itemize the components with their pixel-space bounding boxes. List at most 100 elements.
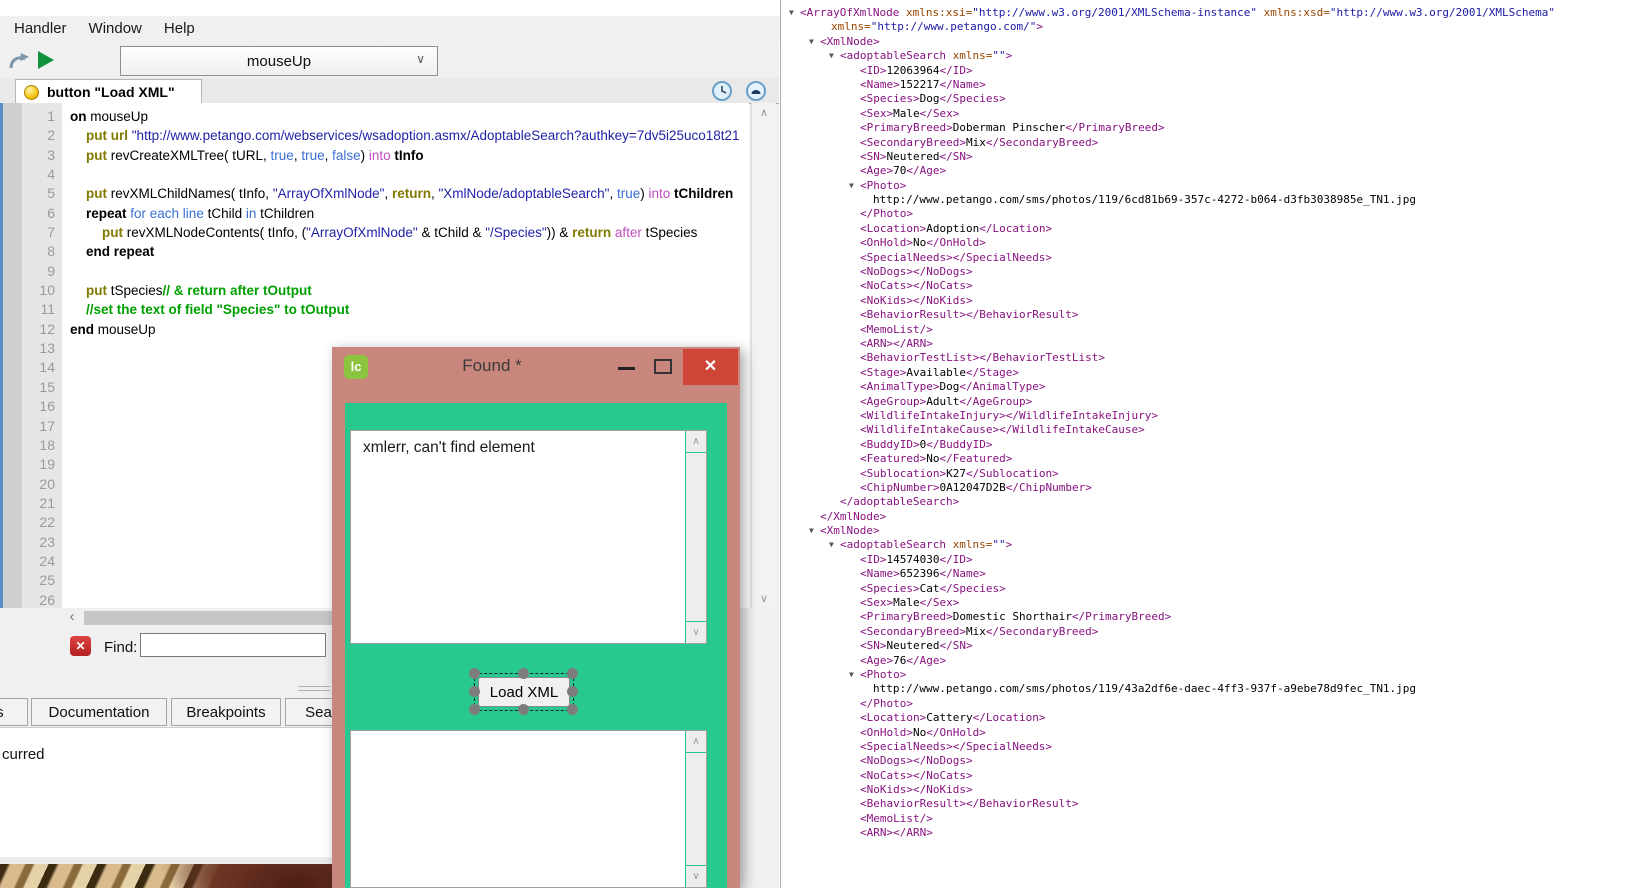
breakpoint-gutter[interactable] [0,103,22,608]
line-number[interactable]: 5 [22,184,62,203]
code-line[interactable]: on mouseUp [62,107,749,126]
selection-handle[interactable] [567,704,578,715]
xml-line[interactable]: </adoptableSearch> [789,495,1639,509]
xml-line[interactable]: <NoCats></NoCats> [789,279,1639,293]
line-number[interactable]: 3 [22,146,62,165]
line-number[interactable]: 20 [22,475,62,494]
xml-line[interactable]: ▼<adoptableSearch xmlns=""> [789,538,1639,552]
line-number[interactable]: 13 [22,339,62,358]
selection-handle[interactable] [469,668,480,679]
xml-line[interactable]: <NoKids></NoKids> [789,294,1639,308]
xml-viewer-panel[interactable]: ▼<ArrayOfXmlNode xmlns:xsi="http://www.w… [780,0,1639,888]
line-number[interactable]: 11 [22,300,62,319]
xml-line[interactable]: <AgeGroup>Adult</AgeGroup> [789,395,1639,409]
xml-line[interactable]: <BehaviorTestList></BehaviorTestList> [789,351,1639,365]
close-find-icon[interactable]: ✕ [70,636,91,656]
xml-line[interactable]: <SecondaryBreed>Mix</SecondaryBreed> [789,625,1639,639]
xml-line[interactable]: <AnimalType>Dog</AnimalType> [789,380,1639,394]
line-number[interactable]: 2 [22,126,62,145]
xml-line[interactable]: <BehaviorResult></BehaviorResult> [789,797,1639,811]
scroll-up-icon[interactable]: ∧ [752,106,776,119]
code-line[interactable]: put revXMLChildNames( tInfo, "ArrayOfXml… [62,184,749,203]
expand-arrow-icon[interactable]: ▼ [829,49,840,63]
xml-line[interactable]: <Sublocation>K27</Sublocation> [789,467,1639,481]
code-vertical-scrollbar[interactable]: ∧ ∨ [751,103,776,608]
code-line[interactable]: put revCreateXMLTree( tURL, true, true, … [62,146,749,165]
line-number[interactable]: 16 [22,397,62,416]
scroll-down-icon[interactable]: ∨ [686,621,706,643]
xml-line[interactable]: <Name>152217</Name> [789,78,1639,92]
selection-handle[interactable] [469,704,480,715]
selection-handle[interactable] [518,668,529,679]
xml-line[interactable]: <Featured>No</Featured> [789,452,1639,466]
maximize-button[interactable] [654,359,672,374]
xml-line[interactable]: <NoDogs></NoDogs> [789,265,1639,279]
xml-line[interactable]: <Location>Cattery</Location> [789,711,1639,725]
xml-line[interactable]: <NoCats></NoCats> [789,769,1639,783]
scroll-up-icon[interactable]: ∧ [686,431,706,453]
code-line[interactable]: put revXMLNodeContents( tInfo, ("ArrayOf… [62,223,749,242]
xml-line[interactable]: <PrimaryBreed>Domestic Shorthair</Primar… [789,610,1639,624]
found-stack-window[interactable]: lc Found * ✕ xmlerr, can't find element … [332,347,740,888]
line-number[interactable]: 4 [22,165,62,184]
scroll-left-icon[interactable]: ‹ [62,608,82,628]
selection-handle[interactable] [518,704,529,715]
xml-line[interactable]: xmlns="http://www.petango.com/"> [789,20,1639,34]
xml-line[interactable]: <Species>Dog</Species> [789,92,1639,106]
xml-line[interactable]: <ARN></ARN> [789,337,1639,351]
tab-button-load-xml[interactable]: button "Load XML" [15,79,202,104]
message-field[interactable]: xmlerr, can't find element ∧ ∨ [350,430,707,644]
expand-arrow-icon[interactable]: ▼ [809,35,820,49]
xml-line[interactable]: <ChipNumber>0A12047D2B</ChipNumber> [789,481,1639,495]
xml-line[interactable]: <ARN></ARN> [789,826,1639,840]
code-line[interactable]: repeat for each line tChild in tChildren [62,204,749,223]
xml-line[interactable]: ▼<ArrayOfXmlNode xmlns:xsi="http://www.w… [789,6,1639,20]
xml-line[interactable]: <ID>14574030</ID> [789,553,1639,567]
line-number[interactable]: 15 [22,378,62,397]
tab-breakpoints[interactable]: Breakpoints [171,698,281,726]
line-number[interactable]: 9 [22,262,62,281]
line-number[interactable]: 19 [22,455,62,474]
line-number[interactable]: 14 [22,358,62,377]
xml-line[interactable]: <Sex>Male</Sex> [789,107,1639,121]
expand-arrow-icon[interactable]: ▼ [809,524,820,538]
line-number[interactable]: 1 [22,107,62,126]
output-panel[interactable] [0,727,335,858]
expand-arrow-icon[interactable]: ▼ [849,668,860,682]
xml-line[interactable]: <ID>12063964</ID> [789,64,1639,78]
redo-icon[interactable] [6,48,32,74]
line-number[interactable]: 26 [22,591,62,610]
xml-line[interactable]: ▼<adoptableSearch xmlns=""> [789,49,1639,63]
scroll-down-icon[interactable]: ∨ [752,592,776,605]
xml-line[interactable]: <Location>Adoption</Location> [789,222,1639,236]
xml-line[interactable]: http://www.petango.com/sms/photos/119/43… [789,682,1639,696]
xml-line[interactable]: <Sex>Male</Sex> [789,596,1639,610]
run-script-icon[interactable] [38,51,54,69]
scroll-down-icon[interactable]: ∨ [686,865,706,887]
xml-line[interactable]: <Species>Cat</Species> [789,582,1639,596]
xml-line[interactable]: <NoKids></NoKids> [789,783,1639,797]
xml-line[interactable]: <Age>70</Age> [789,164,1639,178]
menu-window[interactable]: Window [89,20,142,37]
line-number[interactable]: 23 [22,533,62,552]
xml-line[interactable]: <Name>652396</Name> [789,567,1639,581]
line-number[interactable]: 12 [22,320,62,339]
expand-arrow-icon[interactable]: ▼ [829,538,840,552]
xml-line[interactable]: <OnHold>No</OnHold> [789,236,1639,250]
xml-line[interactable]: <Age>76</Age> [789,654,1639,668]
line-number[interactable]: 24 [22,552,62,571]
code-line[interactable] [62,262,749,281]
xml-line[interactable]: <SN>Neutered</SN> [789,639,1639,653]
stack-background[interactable]: xmlerr, can't find element ∧ ∨ Load XML … [345,403,727,888]
xml-line[interactable]: <WildlifeIntakeInjury></WildlifeIntakeIn… [789,409,1639,423]
xml-line[interactable]: <SpecialNeeds></SpecialNeeds> [789,251,1639,265]
tab-documentation[interactable]: Documentation [31,698,167,726]
selection-handle[interactable] [469,686,480,697]
xml-line[interactable]: </Photo> [789,207,1639,221]
xml-line[interactable]: <PrimaryBreed>Doberman Pinscher</Primary… [789,121,1639,135]
xml-line[interactable]: <Stage>Available</Stage> [789,366,1639,380]
xml-line[interactable]: ▼<XmlNode> [789,524,1639,538]
xml-line[interactable]: <MemoList/> [789,323,1639,337]
line-number[interactable]: 7 [22,223,62,242]
xml-line[interactable]: <SpecialNeeds></SpecialNeeds> [789,740,1639,754]
